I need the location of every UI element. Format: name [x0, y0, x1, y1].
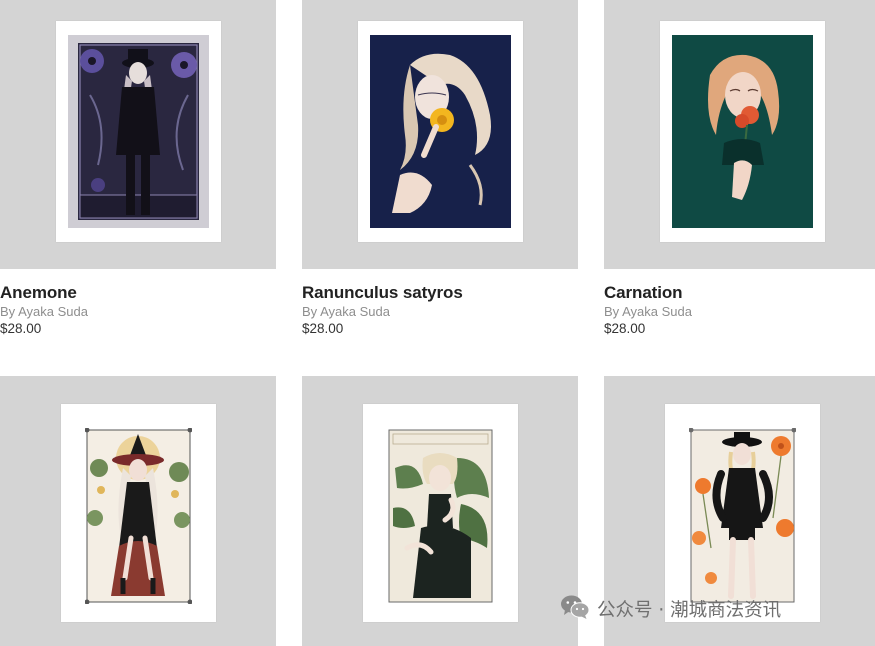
wechat-watermark: 公众号 · 潮城商法资讯: [560, 594, 781, 624]
product-image-tile[interactable]: [302, 0, 578, 269]
product-card-carnation[interactable]: Carnation By Ayaka Suda $28.00: [604, 0, 875, 340]
print-mat: [660, 21, 825, 242]
anemone-artwork-icon: [68, 35, 209, 228]
carnation-artwork-icon: [672, 35, 813, 228]
print-mat: [363, 404, 518, 622]
product-card-anemone[interactable]: Anemone By Ayaka Suda $28.00: [0, 0, 276, 340]
ranunculus-artwork-icon: [370, 35, 511, 228]
cosmos-artwork-icon: [689, 428, 796, 604]
product-artist[interactable]: By Ayaka Suda: [0, 304, 88, 319]
product-card-ranunculus[interactable]: Ranunculus satyros By Ayaka Suda $28.00: [302, 0, 578, 340]
print-mat: [56, 21, 221, 242]
product-image-tile[interactable]: [0, 0, 276, 269]
product-price: $28.00: [604, 321, 646, 336]
print-mat: [61, 404, 216, 622]
product-artist[interactable]: By Ayaka Suda: [604, 304, 692, 319]
product-card-monstera[interactable]: [302, 376, 578, 646]
product-price: $28.00: [0, 321, 42, 336]
witch-artwork-icon: [85, 428, 192, 604]
product-artist[interactable]: By Ayaka Suda: [302, 304, 390, 319]
product-image-tile[interactable]: [0, 376, 276, 646]
product-image-tile[interactable]: [604, 0, 875, 269]
product-title[interactable]: Carnation: [604, 283, 683, 303]
product-image-tile[interactable]: [302, 376, 578, 646]
wechat-icon: [560, 594, 590, 625]
product-title[interactable]: Anemone: [0, 283, 77, 303]
product-price: $28.00: [302, 321, 344, 336]
watermark-text: 公众号 · 潮城商法资讯: [597, 600, 782, 621]
print-mat: [358, 21, 523, 242]
monstera-artwork-icon: [387, 428, 494, 604]
product-card-witch[interactable]: [0, 376, 276, 646]
product-title[interactable]: Ranunculus satyros: [302, 283, 463, 303]
print-mat: [665, 404, 820, 622]
